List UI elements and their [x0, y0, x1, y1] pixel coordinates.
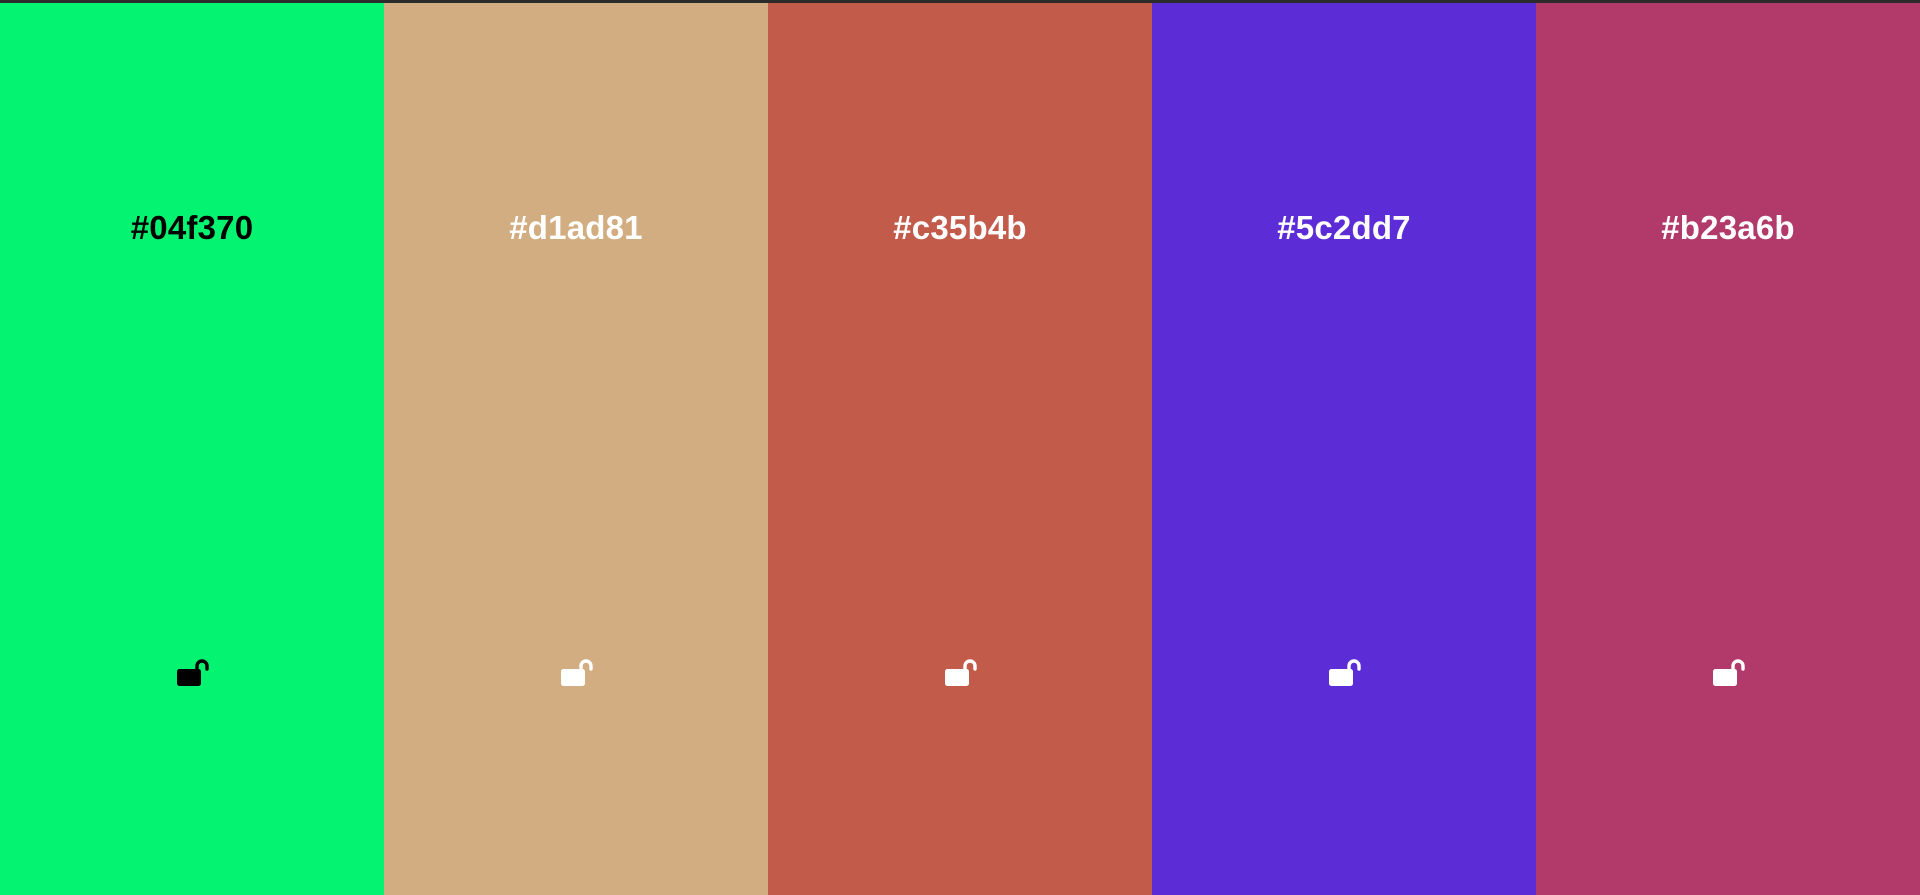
color-swatch-5[interactable]: #b23a6b: [1536, 3, 1920, 895]
hex-label[interactable]: #04f370: [0, 208, 384, 248]
lock-toggle-button[interactable]: [1320, 649, 1368, 697]
color-swatch-1[interactable]: #04f370: [0, 3, 384, 895]
hex-label[interactable]: #b23a6b: [1536, 208, 1920, 248]
lock-toggle-button[interactable]: [936, 649, 984, 697]
unlock-icon: [177, 659, 209, 686]
color-palette: #04f370 #d1ad81 #c35b4b #5c2dd7 #b23a6b: [0, 3, 1920, 895]
color-swatch-3[interactable]: #c35b4b: [768, 3, 1152, 895]
lock-toggle-button[interactable]: [168, 649, 216, 697]
color-swatch-4[interactable]: #5c2dd7: [1152, 3, 1536, 895]
hex-label[interactable]: #c35b4b: [768, 208, 1152, 248]
color-swatch-2[interactable]: #d1ad81: [384, 3, 768, 895]
unlock-icon: [1329, 659, 1361, 686]
unlock-icon: [1713, 659, 1745, 686]
unlock-icon: [945, 659, 977, 686]
lock-toggle-button[interactable]: [552, 649, 600, 697]
hex-label[interactable]: #d1ad81: [384, 208, 768, 248]
hex-label[interactable]: #5c2dd7: [1152, 208, 1536, 248]
unlock-icon: [561, 659, 593, 686]
lock-toggle-button[interactable]: [1704, 649, 1752, 697]
